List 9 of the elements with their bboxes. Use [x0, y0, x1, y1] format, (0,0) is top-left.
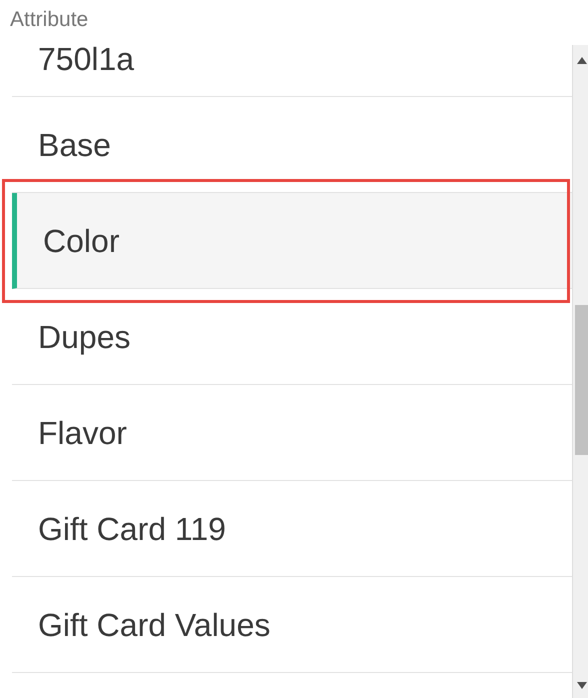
- item-label: Flavor: [38, 414, 127, 452]
- list-item[interactable]: 750l1a: [12, 45, 572, 97]
- item-label: Dupes: [38, 318, 130, 356]
- item-label: Gift Card 119: [38, 510, 226, 548]
- item-label: Color: [43, 222, 120, 260]
- item-label: Gift Card Values: [38, 606, 270, 644]
- list-item[interactable]: Color: [12, 193, 572, 289]
- field-label: Attribute: [10, 7, 88, 33]
- item-label: Base: [38, 126, 111, 164]
